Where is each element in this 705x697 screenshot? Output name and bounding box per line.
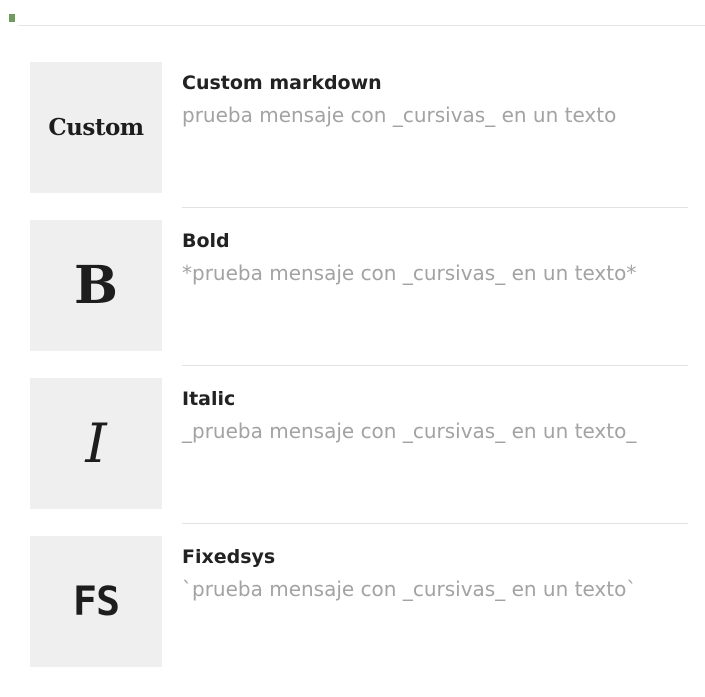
format-option-title: Bold [182,230,230,252]
format-option-preview: `prueba mensaje con _cursivas_ en un tex… [182,577,637,601]
format-option-title: Custom markdown [182,72,382,94]
format-option-fixedsys[interactable]: FS Fixedsys `prueba mensaje con _cursiva… [30,536,690,694]
format-option-italic[interactable]: I Italic _prueba mensaje con _cursivas_ … [30,378,690,536]
fixedsys-icon: FS [30,536,162,667]
format-option-title: Italic [182,388,236,410]
top-marker [9,14,15,22]
format-option-preview: _prueba mensaje con _cursivas_ en un tex… [182,419,637,443]
custom-thumbnail-icon: Custom [30,62,162,193]
item-divider [182,523,688,524]
format-option-text: Fixedsys `prueba mensaje con _cursivas_ … [182,544,682,605]
top-divider [18,25,705,26]
format-option-text: Custom markdown prueba mensaje con _curs… [182,70,682,131]
italic-icon: I [30,378,162,509]
format-option-preview: *prueba mensaje con _cursivas_ en un tex… [182,261,637,285]
item-divider [182,365,688,366]
format-option-text: Bold *prueba mensaje con _cursivas_ en u… [182,228,682,289]
item-divider [182,207,688,208]
bold-icon: B [30,220,162,351]
format-option-bold[interactable]: B Bold *prueba mensaje con _cursivas_ en… [30,220,690,378]
format-option-custom-markdown[interactable]: Custom Custom markdown prueba mensaje co… [30,62,690,220]
format-option-list: Custom Custom markdown prueba mensaje co… [30,62,690,694]
format-option-text: Italic _prueba mensaje con _cursivas_ en… [182,386,682,447]
format-option-title: Fixedsys [182,546,276,568]
format-option-preview: prueba mensaje con _cursivas_ en un text… [182,103,617,127]
